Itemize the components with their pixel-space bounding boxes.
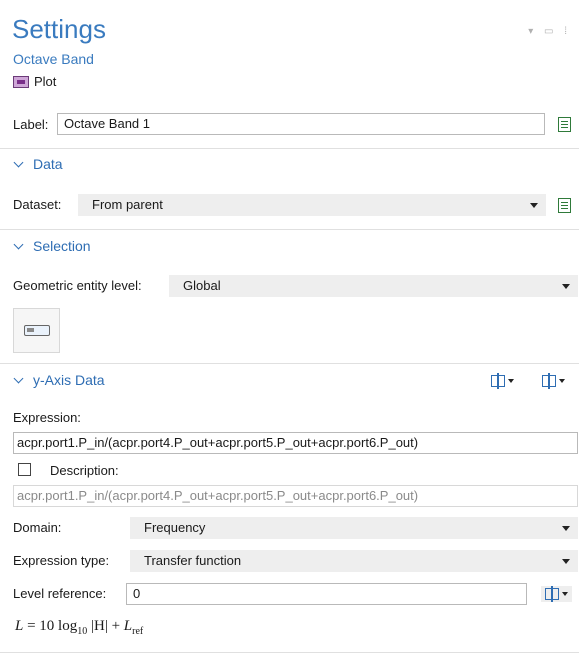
section-data[interactable]: Data	[13, 156, 63, 172]
domain-label: Domain:	[13, 520, 62, 535]
divider	[0, 229, 579, 230]
divider	[0, 363, 579, 364]
divider	[0, 652, 579, 653]
column-insert-icon	[542, 373, 556, 389]
dataset-select-value: From parent	[92, 197, 163, 212]
expression-type-value: Transfer function	[144, 553, 242, 568]
level-formula: L = 10 log10 |H| + Lref	[15, 618, 143, 637]
entity-selection-button[interactable]	[13, 308, 60, 353]
formula-log-sub: 10	[77, 626, 88, 637]
section-y-axis-title: y-Axis Data	[33, 372, 105, 388]
formula-abs: |H| +	[87, 618, 124, 634]
chevron-down-icon	[530, 203, 538, 208]
column-insert-icon	[491, 373, 505, 389]
expression-input[interactable]: acpr.port1.P_in/(acpr.port4.P_out+acpr.p…	[13, 432, 578, 454]
domain-select[interactable]: Frequency	[130, 517, 578, 539]
chevron-down-icon	[13, 373, 24, 383]
chevron-down-icon	[13, 157, 24, 167]
page-title: Settings	[12, 14, 106, 44]
description-label: Description:	[50, 463, 119, 478]
label-input[interactable]: Octave Band 1	[57, 113, 545, 135]
insert-expression-button[interactable]	[491, 373, 514, 389]
plot-node-icon	[13, 75, 29, 88]
domain-value: Frequency	[144, 520, 206, 535]
node-type-row: Plot	[13, 74, 56, 89]
window-controls[interactable]: ▾ ▭ ⁞	[528, 26, 571, 37]
formula-eq: = 10 log	[23, 618, 78, 634]
section-selection-title: Selection	[33, 238, 91, 254]
chevron-down-icon	[562, 559, 570, 564]
chevron-down-icon	[562, 592, 568, 596]
chevron-down-icon	[508, 379, 514, 383]
entity-level-select[interactable]: Global	[169, 275, 578, 297]
divider	[0, 148, 579, 149]
chevron-down-icon	[562, 284, 570, 289]
section-y-axis-data[interactable]: y-Axis Data	[13, 372, 105, 388]
node-type-label: Plot	[34, 74, 57, 89]
column-insert-icon	[545, 586, 559, 602]
chevron-down-icon	[559, 379, 565, 383]
replace-expression-button[interactable]	[542, 373, 565, 389]
entity-level-label: Geometric entity level:	[13, 278, 142, 293]
chevron-down-icon	[13, 239, 24, 249]
dataset-label: Dataset:	[13, 197, 62, 212]
expression-type-select[interactable]: Transfer function	[130, 550, 578, 572]
label-action-button[interactable]	[555, 115, 573, 133]
formula-l: L	[123, 618, 133, 634]
checkbox-box[interactable]	[18, 463, 31, 476]
global-entity-icon	[23, 325, 50, 336]
formula-ref: ref	[132, 626, 144, 637]
description-input[interactable]: acpr.port1.P_in/(acpr.port4.P_out+acpr.p…	[13, 485, 578, 507]
section-data-title: Data	[33, 156, 63, 172]
document-icon	[557, 116, 571, 132]
section-selection[interactable]: Selection	[13, 238, 91, 254]
level-reference-input[interactable]: 0	[126, 583, 527, 605]
entity-level-value: Global	[183, 278, 221, 293]
level-reference-label: Level reference:	[13, 586, 107, 601]
node-subtitle: Octave Band	[13, 51, 94, 67]
label-field-label: Label:	[13, 117, 49, 132]
dataset-link-icon	[557, 197, 571, 213]
dataset-select[interactable]: From parent	[78, 194, 546, 216]
expression-type-label: Expression type:	[13, 553, 110, 568]
chevron-down-icon	[562, 526, 570, 531]
dataset-action-button[interactable]	[555, 196, 573, 214]
expression-label: Expression:	[13, 410, 81, 425]
description-checkbox[interactable]	[18, 463, 31, 476]
level-reference-tools-button[interactable]	[541, 586, 572, 602]
